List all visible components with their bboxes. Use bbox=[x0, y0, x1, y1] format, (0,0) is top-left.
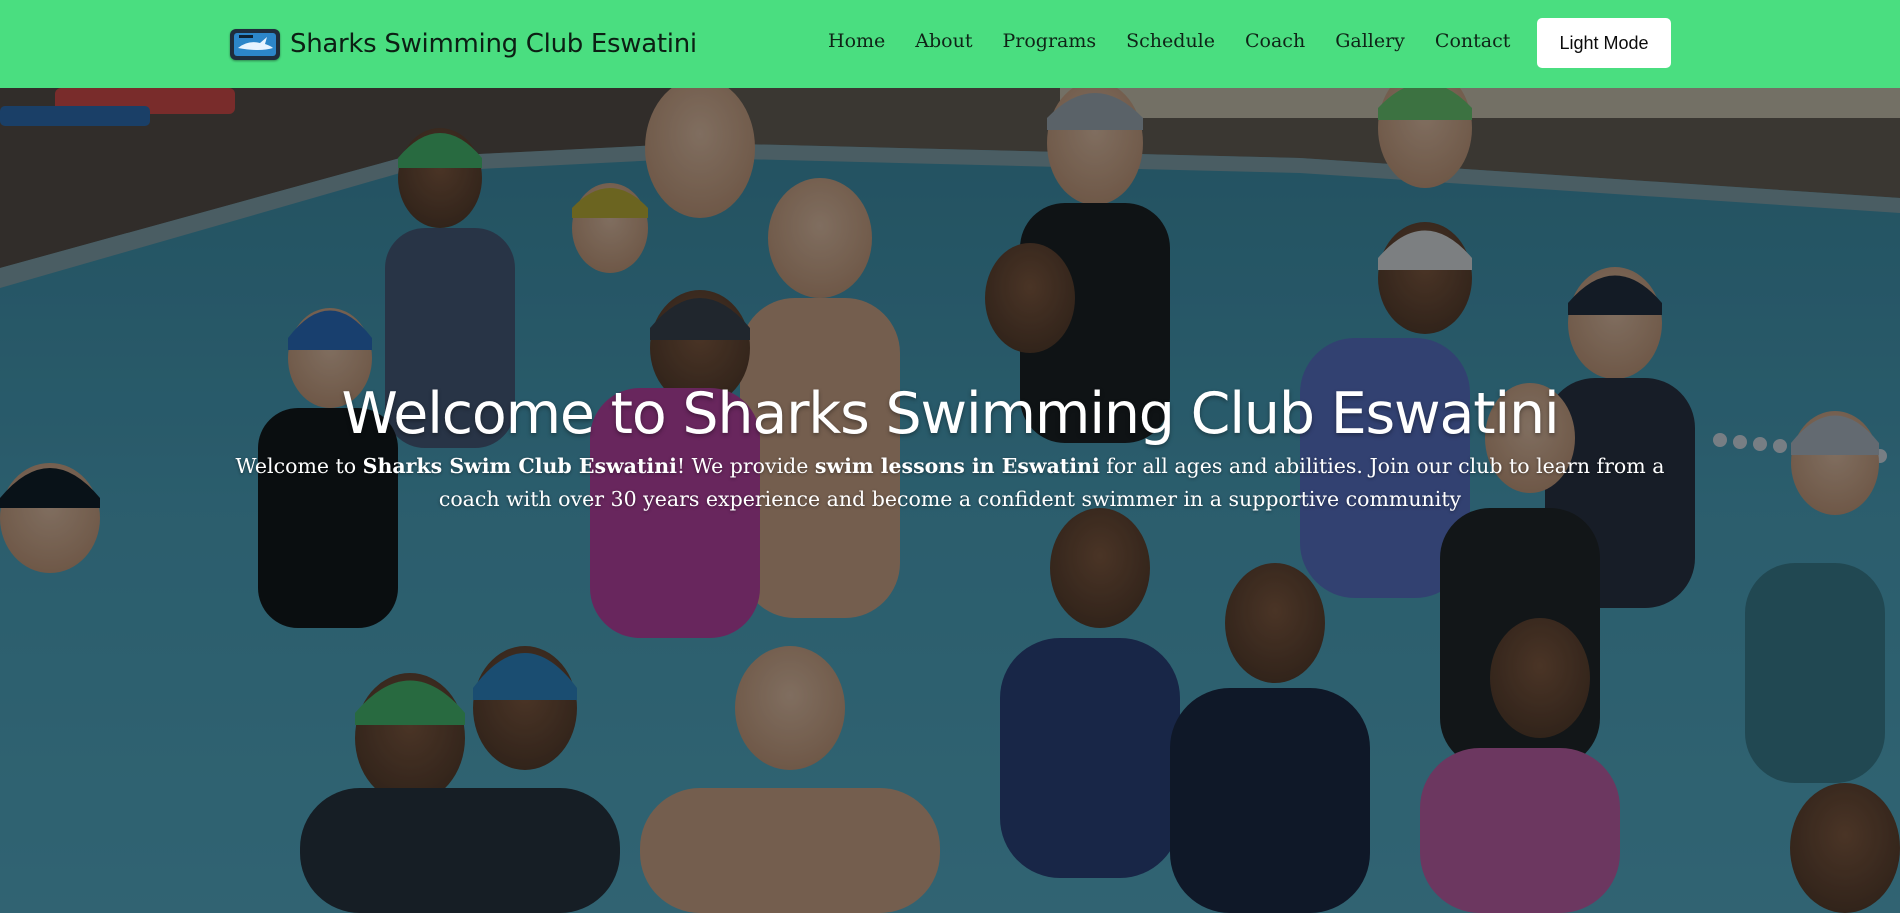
brand-name: Sharks Swimming Club Eswatini bbox=[290, 29, 697, 59]
nav-schedule-link[interactable]: Schedule bbox=[1126, 30, 1215, 52]
nav-contact-link[interactable]: Contact bbox=[1435, 30, 1510, 52]
nav-gallery-link[interactable]: Gallery bbox=[1335, 30, 1405, 52]
hero-text-club-name: Sharks Swim Club Eswatini bbox=[362, 454, 677, 478]
nav-about-link[interactable]: About bbox=[915, 30, 972, 52]
hero-section: Welcome to Sharks Swimming Club Eswatini… bbox=[0, 88, 1900, 913]
hero-text-part: Welcome to bbox=[235, 454, 363, 478]
navbar: Sharks Swimming Club Eswatini Home About… bbox=[0, 0, 1900, 88]
light-mode-toggle-button[interactable]: Light Mode bbox=[1537, 18, 1671, 68]
hero-description: Welcome to Sharks Swim Club Eswatini! We… bbox=[210, 450, 1690, 516]
brand[interactable]: Sharks Swimming Club Eswatini bbox=[230, 26, 697, 62]
nav-home-link[interactable]: Home bbox=[828, 30, 885, 52]
hero-text-swim-lessons: swim lessons in Eswatini bbox=[814, 454, 1100, 478]
hero-title: Welcome to Sharks Swimming Club Eswatini bbox=[341, 381, 1559, 447]
nav-programs-link[interactable]: Programs bbox=[1002, 30, 1096, 52]
shark-logo-icon bbox=[230, 28, 280, 60]
nav-coach-link[interactable]: Coach bbox=[1245, 30, 1305, 52]
main-nav: Home About Programs Schedule Coach Galle… bbox=[828, 30, 1540, 52]
hero-text-part: ! We provide bbox=[676, 454, 815, 478]
